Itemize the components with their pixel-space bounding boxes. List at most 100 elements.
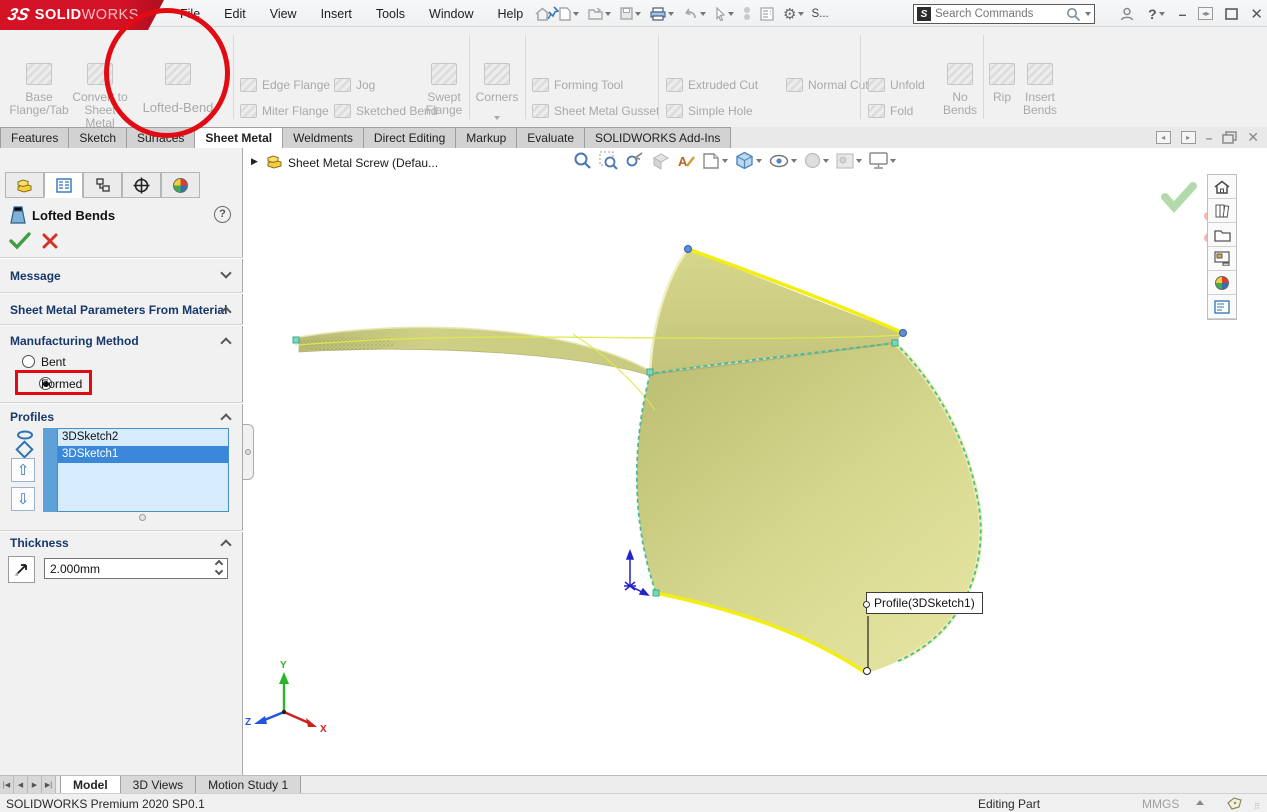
menu-edit[interactable]: Edit [224,7,246,21]
design-library-tab[interactable] [1208,223,1236,247]
message-chevron-icon[interactable] [220,267,231,278]
scroll-tabs-last-button[interactable]: ▶| [42,776,56,794]
undo-dropdown[interactable] [700,12,706,16]
reverse-thickness-button[interactable] [8,556,35,583]
display-style-dropdown[interactable] [756,159,762,163]
unfold-button[interactable]: Unfold [868,74,925,96]
display-pane-icon[interactable]: ◂▸ [1198,7,1213,20]
zoom-to-area-button[interactable] [599,151,618,170]
propertymanager-tab[interactable] [44,172,83,198]
view-palette-tab[interactable] [1208,247,1236,271]
model-tab[interactable]: Model [60,776,121,793]
search-commands-box[interactable]: S [913,4,1095,24]
solidworks-resources-tab[interactable] [1208,199,1236,223]
pane-left-icon[interactable]: ◂ [1156,131,1171,144]
manufacturing-method-chevron-icon[interactable] [220,337,231,348]
close-window-icon[interactable]: ✕ [1250,5,1263,23]
bent-radio-label[interactable]: Bent [41,355,66,369]
configurationmanager-tab[interactable] [83,172,122,198]
profile-list-item-selected[interactable]: 3DSketch1 [58,446,228,463]
thickness-spinner[interactable] [216,557,222,574]
sheet-metal-gusset-button[interactable]: Sheet Metal Gusset [532,100,659,122]
graphics-area[interactable]: Y Z X ▶ Sheet Metal Screw (Defau... A [243,148,1237,775]
task-pane-home-tab[interactable] [1208,175,1236,199]
thickness-section-header[interactable]: Thickness [10,536,69,550]
tab-evaluate[interactable]: Evaluate [516,127,585,148]
view-settings-dropdown[interactable] [890,159,896,163]
select-dropdown[interactable] [728,12,734,16]
edge-flange-button[interactable]: Edge Flange [240,74,330,96]
flyout-tree-root-label[interactable]: Sheet Metal Screw (Defau... [288,156,438,170]
edit-appearance-dropdown[interactable] [823,159,829,163]
featuremanager-tree-tab[interactable] [5,172,44,198]
hide-show-items-dropdown[interactable] [791,159,797,163]
scroll-tabs-first-button[interactable]: |◀ [0,776,14,794]
manufacturing-method-header[interactable]: Manufacturing Method [10,334,139,348]
fold-button[interactable]: Fold [868,100,913,122]
menu-tools[interactable]: Tools [376,7,405,21]
save-button[interactable] [618,6,643,21]
custom-properties-tab[interactable] [1208,295,1236,319]
bent-radio[interactable] [22,355,35,368]
menu-insert[interactable]: Insert [321,7,352,21]
profile-callout[interactable]: Profile(3DSketch1) [866,592,983,614]
extruded-cut-button[interactable]: Extruded Cut [666,74,758,96]
units-expand-icon[interactable] [1196,800,1204,805]
tab-markup[interactable]: Markup [455,127,517,148]
jog-button[interactable]: Jog [334,74,375,96]
apply-scene-dropdown[interactable] [856,159,862,163]
dynamic-annotation-views-button[interactable]: A [677,152,695,170]
scroll-tabs-right-button[interactable]: ▶ [28,776,42,794]
profiles-listbox[interactable]: 3DSketch2 3DSketch1 [57,428,229,512]
search-input[interactable] [935,8,1062,20]
spinner-down-icon[interactable] [215,567,223,575]
zoom-to-fit-button[interactable] [573,151,592,170]
units-selector[interactable]: MMGS [1142,797,1179,811]
restore-document-icon[interactable] [1222,131,1237,144]
miter-flange-button[interactable]: Miter Flange [240,100,329,122]
view-orientation-button[interactable] [702,152,728,170]
minimize-document-icon[interactable]: – [1206,131,1213,145]
appearances-scenes-tab[interactable] [1208,271,1236,295]
pm-ok-button[interactable] [9,232,31,250]
select-button[interactable] [713,6,736,22]
display-style-button[interactable] [735,151,762,170]
move-profile-down-button[interactable]: ⇩ [11,487,35,511]
view-orientation-dropdown[interactable] [722,159,728,163]
pane-right-icon[interactable]: ▸ [1181,131,1196,144]
normal-cut-button[interactable]: Normal Cut [786,74,869,96]
hide-show-items-button[interactable] [769,153,797,169]
undo-button[interactable] [681,6,708,21]
listbox-resize-handle[interactable] [139,514,146,521]
print-dropdown[interactable] [668,12,674,16]
user-account-icon[interactable] [1120,7,1134,21]
profiles-chevron-icon[interactable] [220,413,231,424]
new-document-button[interactable] [557,6,581,22]
help-button[interactable]: ? [1146,5,1167,23]
motion-study-tab[interactable]: Motion Study 1 [195,776,301,793]
tab-weldments[interactable]: Weldments [282,127,364,148]
search-dropdown[interactable] [1085,12,1091,16]
menu-window[interactable]: Window [429,7,473,21]
open-dropdown[interactable] [605,12,611,16]
toolbar-overflow-label[interactable]: S... [811,8,828,20]
menu-help[interactable]: Help [498,7,524,21]
menu-view[interactable]: View [270,7,297,21]
print-button[interactable] [648,6,676,22]
pm-cancel-button[interactable] [42,233,58,249]
sheet-metal-parameters-header[interactable]: Sheet Metal Parameters From Material [10,303,227,317]
message-section-header[interactable]: Message [10,269,61,283]
section-view-button[interactable] [651,152,670,170]
simple-hole-button[interactable]: Simple Hole [666,100,753,122]
open-button[interactable] [586,6,613,21]
scroll-tabs-left-button[interactable]: ◀ [14,776,28,794]
close-document-icon[interactable]: ✕ [1247,129,1259,146]
tab-sketch[interactable]: Sketch [68,127,127,148]
forming-tool-button[interactable]: Forming Tool [532,74,623,96]
resize-grip[interactable]: ⠿ [1254,802,1261,811]
pm-help-icon[interactable]: ? [214,206,231,223]
edit-appearance-button[interactable] [804,152,829,169]
search-icon[interactable] [1066,7,1081,22]
profile-list-item[interactable]: 3DSketch2 [58,429,228,446]
confirmation-ok-button[interactable] [1160,181,1198,213]
